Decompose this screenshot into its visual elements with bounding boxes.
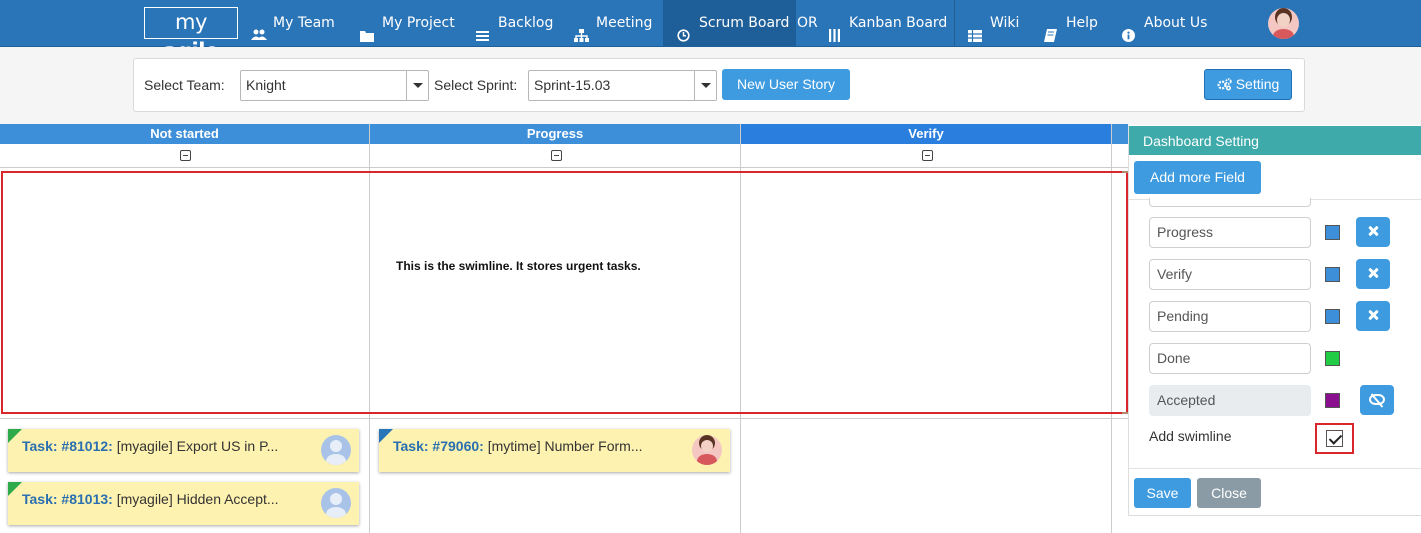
nav-backlog-label: Backlog	[498, 15, 554, 31]
checkbox-highlight	[1315, 423, 1354, 454]
color-swatch[interactable]	[1325, 351, 1340, 366]
assignee-avatar	[321, 488, 351, 518]
task-title: [myagile] Hidden Accept...	[116, 491, 279, 507]
nav-scrum-board[interactable]: Scrum Board	[663, 0, 796, 46]
nav-meeting-label: Meeting	[596, 15, 653, 31]
add-swimline-label: Add swimline	[1149, 428, 1232, 444]
sprint-select-value: Sprint-15.03	[534, 77, 611, 93]
close-icon	[1368, 310, 1378, 320]
team-select-value: Knight	[246, 77, 286, 93]
chevron-down-icon[interactable]	[406, 71, 428, 100]
field-input-progress[interactable]: Progress	[1149, 217, 1311, 248]
nav-my-team-label: My Team	[273, 15, 335, 31]
card-status-corner	[8, 429, 22, 443]
select-team-label: Select Team:	[144, 77, 225, 93]
nav-meeting[interactable]: Meeting	[574, 0, 652, 46]
setting-button[interactable]: Setting	[1204, 69, 1292, 100]
gears-icon	[1217, 78, 1232, 91]
field-input-pending[interactable]: Pending	[1149, 301, 1311, 332]
assignee-avatar	[692, 435, 722, 465]
close-icon	[1368, 226, 1378, 236]
task-title: [mytime] Number Form...	[487, 438, 643, 454]
task-card[interactable]: Task: #81013: [myagile] Hidden Accept...	[8, 482, 359, 525]
panel-divider	[1129, 468, 1421, 469]
add-swimline-checkbox[interactable]	[1326, 430, 1343, 447]
save-button[interactable]: Save	[1134, 478, 1191, 508]
nav-about-us-label: About Us	[1144, 15, 1208, 31]
collapse-row	[0, 144, 1128, 168]
remove-field-button[interactable]	[1356, 217, 1390, 247]
collapse-icon[interactable]	[180, 150, 191, 161]
remove-field-button[interactable]	[1356, 259, 1390, 289]
top-nav: my agile My Team My Project Backlog Meet…	[0, 0, 1421, 63]
field-input-done[interactable]: Done	[1149, 343, 1311, 374]
collapse-icon[interactable]	[922, 150, 933, 161]
assignee-avatar	[321, 435, 351, 465]
task-id[interactable]: Task: #81013:	[22, 491, 113, 507]
setting-button-label: Setting	[1235, 76, 1280, 92]
task-card[interactable]: Task: #81012: [myagile] Export US in P..…	[8, 429, 359, 472]
nav-about-us[interactable]: About Us	[1122, 0, 1207, 46]
nav-scrum-board-label: Scrum Board	[699, 15, 790, 31]
column-header-progress: Progress	[370, 124, 740, 144]
field-input-accepted[interactable]: Accepted	[1149, 385, 1311, 416]
info-icon	[1122, 16, 1136, 42]
task-id[interactable]: Task: #81012:	[22, 438, 113, 454]
nav-wiki-label: Wiki	[990, 15, 1020, 31]
dashboard-setting-panel: Dashboard Setting Add more Field Progres…	[1128, 126, 1421, 516]
select-sprint-label: Select Sprint:	[434, 77, 518, 93]
column-header-verify: Verify	[741, 124, 1111, 144]
nav-or-text: OR	[797, 15, 818, 31]
task-id[interactable]: Task: #79060:	[393, 438, 484, 454]
remove-field-button[interactable]	[1356, 301, 1390, 331]
card-status-corner	[379, 429, 393, 443]
nav-my-team[interactable]: My Team	[251, 0, 335, 46]
add-more-field-button[interactable]: Add more Field	[1134, 161, 1261, 194]
field-input-partial[interactable]	[1149, 198, 1311, 207]
nav-help-label: Help	[1066, 15, 1098, 31]
color-swatch[interactable]	[1325, 309, 1340, 324]
table-icon	[968, 16, 982, 42]
new-user-story-button[interactable]: New User Story	[722, 69, 850, 100]
column-header-overflow	[1112, 124, 1128, 144]
panel-title: Dashboard Setting	[1129, 126, 1421, 155]
folder-icon	[360, 16, 374, 42]
columns-icon	[829, 16, 843, 42]
eye-slash-icon	[1369, 394, 1385, 405]
sitemap-icon	[574, 16, 589, 42]
nav-separator	[954, 0, 955, 46]
color-swatch[interactable]	[1325, 225, 1340, 240]
board-toolbar: Select Team: Knight Select Sprint: Sprin…	[133, 58, 1305, 112]
nav-kanban-board-label: Kanban Board	[849, 15, 948, 31]
column-header-not-started: Not started	[0, 124, 369, 144]
nav-my-project-label: My Project	[382, 15, 455, 31]
field-input-verify[interactable]: Verify	[1149, 259, 1311, 290]
color-swatch[interactable]	[1325, 393, 1340, 408]
nav-help[interactable]: Help	[1044, 0, 1098, 46]
collapse-icon[interactable]	[551, 150, 562, 161]
swimlane-bottom-divider	[0, 418, 1128, 419]
close-icon	[1368, 268, 1378, 278]
users-icon	[251, 16, 267, 40]
toggle-visibility-button[interactable]	[1360, 385, 1394, 415]
app-logo[interactable]: my agile	[144, 7, 238, 63]
nav-wiki[interactable]: Wiki	[968, 0, 1019, 46]
nav-kanban-board[interactable]: Kanban Board	[829, 0, 947, 46]
user-avatar[interactable]	[1268, 8, 1299, 39]
clock-icon	[677, 16, 691, 42]
task-title: [myagile] Export US in P...	[116, 438, 279, 454]
color-swatch[interactable]	[1325, 267, 1340, 282]
team-select[interactable]: Knight	[240, 70, 429, 101]
nav-backlog[interactable]: Backlog	[476, 0, 553, 46]
chevron-down-icon[interactable]	[694, 71, 716, 100]
swimlane-annotation: This is the swimline. It stores urgent t…	[396, 259, 641, 273]
card-status-corner	[8, 482, 22, 496]
task-card[interactable]: Task: #79060: [mytime] Number Form...	[379, 429, 730, 472]
swimlane-highlight	[1, 171, 1128, 414]
nav-my-project[interactable]: My Project	[360, 0, 455, 46]
list-icon	[476, 16, 490, 41]
close-button[interactable]: Close	[1197, 478, 1261, 508]
book-icon	[1044, 16, 1058, 42]
sprint-select[interactable]: Sprint-15.03	[528, 70, 717, 101]
